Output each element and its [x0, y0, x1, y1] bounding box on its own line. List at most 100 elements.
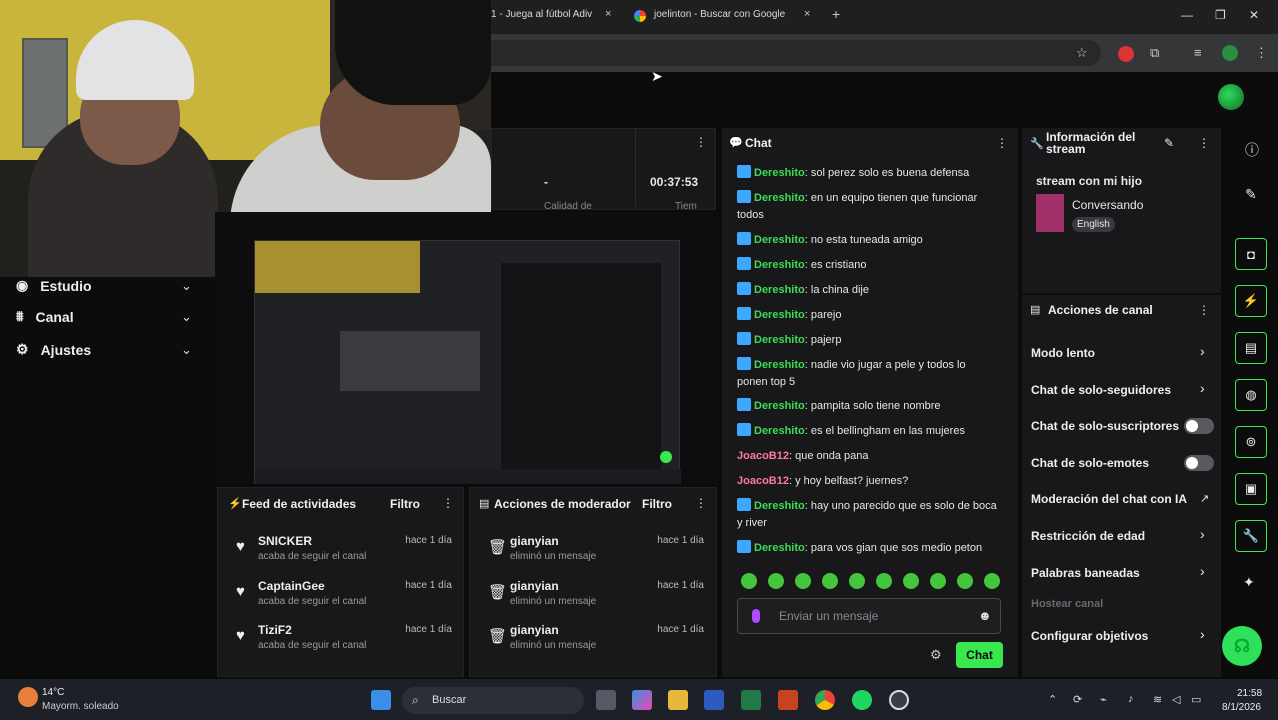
info-icon[interactable]: ⓘ: [1245, 140, 1259, 160]
sidebar-item-settings[interactable]: ⚙ Ajustes: [16, 341, 91, 358]
tab-close-icon[interactable]: ×: [804, 8, 810, 20]
profile-icon[interactable]: [1222, 45, 1238, 61]
obs-icon[interactable]: [889, 690, 909, 710]
camera-tool-button[interactable]: ◘: [1235, 238, 1267, 270]
ai-moderation-item[interactable]: Moderación del chat con IA: [1031, 492, 1187, 506]
slow-mode-item[interactable]: Modo lento: [1031, 346, 1095, 360]
chevron-right-icon[interactable]: ›: [1200, 626, 1205, 642]
adblock-extension-icon[interactable]: [1118, 46, 1134, 62]
emote-icon[interactable]: [957, 573, 973, 589]
more-options-icon[interactable]: ⋮: [1198, 303, 1210, 317]
sidebar-item-studio[interactable]: ◉ Estudio: [16, 277, 92, 294]
chat-username[interactable]: Dereshito: [754, 192, 805, 204]
emoji-icon[interactable]: ☻: [978, 608, 992, 623]
emote-icon[interactable]: [768, 573, 784, 589]
new-tab-button[interactable]: +: [832, 6, 840, 22]
more-options-icon[interactable]: ⋮: [695, 135, 707, 149]
excel-icon[interactable]: [741, 690, 761, 710]
emotes-only-toggle[interactable]: [1184, 455, 1214, 471]
chat-username[interactable]: Dereshito: [754, 167, 805, 179]
emote-icon[interactable]: [822, 573, 838, 589]
copilot-icon[interactable]: [632, 690, 652, 710]
help-chat-button[interactable]: ☊: [1222, 626, 1262, 666]
puzzle-icon[interactable]: ✦: [1243, 574, 1255, 591]
banned-words-item[interactable]: Palabras baneadas: [1031, 566, 1140, 580]
battery-icon[interactable]: ▭: [1191, 693, 1201, 706]
emote-icon[interactable]: [849, 573, 865, 589]
browser-menu-icon[interactable]: ⋮: [1255, 45, 1268, 61]
configure-goals-item[interactable]: Configurar objetivos: [1031, 629, 1148, 643]
more-options-icon[interactable]: ⋮: [695, 496, 707, 510]
wifi-icon[interactable]: ≋: [1153, 693, 1162, 706]
maximize-button[interactable]: ❐: [1215, 8, 1226, 22]
chat-username[interactable]: Dereshito: [754, 309, 805, 321]
emote-icon[interactable]: [984, 573, 1000, 589]
bookmark-star-icon[interactable]: ☆: [1076, 45, 1088, 61]
chat-username[interactable]: Dereshito: [754, 259, 805, 271]
pencil-icon[interactable]: ✎: [1164, 136, 1174, 150]
filter-button[interactable]: Filtro: [642, 497, 672, 511]
chat-username[interactable]: Dereshito: [754, 542, 805, 554]
emote-icon[interactable]: [795, 573, 811, 589]
chat-username[interactable]: Dereshito: [754, 400, 805, 412]
sync-icon[interactable]: ⟳: [1073, 693, 1082, 706]
gear-icon[interactable]: ⚙: [930, 647, 942, 663]
microphone-icon[interactable]: ♪: [1128, 693, 1134, 705]
more-options-icon[interactable]: ⋮: [442, 496, 454, 510]
minimize-button[interactable]: —: [1181, 8, 1193, 22]
user-avatar[interactable]: [1218, 84, 1244, 110]
tab-kick[interactable]: 1 - Juega al fútbol Adiv: [491, 9, 592, 20]
more-options-icon[interactable]: ⋮: [996, 136, 1008, 150]
chat-tool-button[interactable]: ◍: [1235, 379, 1267, 411]
chat-username[interactable]: JoacoB12: [737, 475, 789, 487]
chat-username[interactable]: Dereshito: [754, 500, 805, 512]
emote-icon[interactable]: [876, 573, 892, 589]
word-icon[interactable]: [704, 690, 724, 710]
chevron-right-icon[interactable]: ›: [1200, 563, 1205, 579]
lightning-tool-button[interactable]: ⚡: [1235, 285, 1267, 317]
subscribers-only-toggle[interactable]: [1184, 418, 1214, 434]
send-chat-button[interactable]: Chat: [956, 642, 1003, 668]
chat-username[interactable]: Dereshito: [754, 234, 805, 246]
chevron-down-icon[interactable]: ⌄: [181, 309, 192, 325]
chat-username[interactable]: Dereshito: [754, 284, 805, 296]
chevron-right-icon[interactable]: ›: [1200, 380, 1205, 396]
pencil-icon[interactable]: ✎: [1245, 186, 1257, 203]
chevron-down-icon[interactable]: ⌄: [181, 342, 192, 358]
chat-username[interactable]: Dereshito: [754, 359, 805, 371]
file-explorer-icon[interactable]: [668, 690, 688, 710]
emote-icon[interactable]: [741, 573, 757, 589]
chevron-up-icon[interactable]: ⌃: [1048, 693, 1057, 706]
media-control-icon[interactable]: ≡: [1194, 45, 1202, 60]
chat-username[interactable]: JoacoB12: [737, 450, 789, 462]
taskbar-search[interactable]: ⌕ Buscar: [402, 687, 584, 714]
volume-icon[interactable]: ◁: [1172, 693, 1180, 706]
close-window-button[interactable]: ✕: [1249, 8, 1259, 22]
tab-google[interactable]: joelinton - Buscar con Google: [654, 9, 785, 20]
powerpoint-icon[interactable]: [778, 690, 798, 710]
age-restriction-item[interactable]: Restricción de edad: [1031, 529, 1145, 543]
chat-username[interactable]: Dereshito: [754, 425, 805, 437]
chat-username[interactable]: Dereshito: [754, 334, 805, 346]
chrome-icon[interactable]: [815, 690, 835, 710]
more-options-icon[interactable]: ⋮: [1198, 136, 1210, 150]
task-view-icon[interactable]: [596, 690, 616, 710]
filter-button[interactable]: Filtro: [390, 497, 420, 511]
extensions-icon[interactable]: ⧉: [1150, 45, 1159, 61]
layout-tool-button[interactable]: ▣: [1235, 473, 1267, 505]
emote-icon[interactable]: [903, 573, 919, 589]
document-tool-button[interactable]: ▤: [1235, 332, 1267, 364]
followers-only-item[interactable]: Chat de solo-seguidores: [1031, 383, 1171, 397]
chevron-right-icon[interactable]: ›: [1200, 526, 1205, 542]
address-bar[interactable]: [491, 40, 1101, 66]
sidebar-item-channel[interactable]: ⩩ Canal: [16, 308, 74, 325]
windows-start-icon[interactable]: [371, 690, 391, 710]
spotify-icon[interactable]: [852, 690, 872, 710]
external-link-icon[interactable]: ↗: [1200, 492, 1209, 505]
network-off-icon[interactable]: ⌁: [1100, 693, 1107, 706]
broadcast-tool-button[interactable]: ⊚: [1235, 426, 1267, 458]
tab-close-icon[interactable]: ×: [605, 8, 611, 20]
chat-input[interactable]: Enviar un mensaje ☻: [737, 598, 1001, 634]
chevron-down-icon[interactable]: ⌄: [181, 278, 192, 294]
wrench-tool-button[interactable]: 🔧: [1235, 520, 1267, 552]
